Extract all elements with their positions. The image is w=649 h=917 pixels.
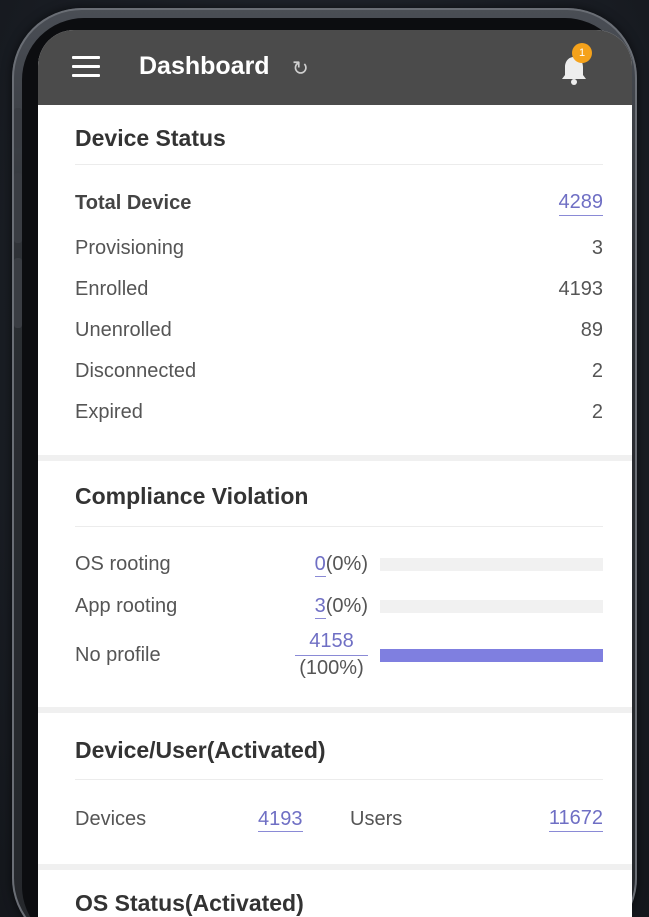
volume-down-button bbox=[14, 258, 22, 328]
compliance-title: Compliance Violation bbox=[75, 483, 309, 509]
total-device-row: Total Device 4289 bbox=[75, 190, 603, 216]
total-device-label: Total Device bbox=[75, 191, 192, 214]
activated-title: Device/User(Activated) bbox=[75, 737, 326, 763]
device-status-title: Device Status bbox=[75, 125, 226, 151]
progress-fill bbox=[380, 648, 603, 662]
compliance-label: OS rooting bbox=[75, 552, 171, 575]
activated-card: Device/User(Activated) Devices 4193 User… bbox=[38, 713, 632, 864]
compliance-row-no-profile: No profile 4158 (100%) bbox=[75, 629, 603, 681]
activated-row: Devices 4193 Users 11672 bbox=[75, 804, 603, 834]
status-value: 89 bbox=[580, 318, 603, 341]
page-title: Dashboard bbox=[139, 52, 270, 80]
divider bbox=[75, 164, 603, 165]
status-value: 3 bbox=[591, 236, 603, 259]
compliance-card: Compliance Violation OS rooting 0(0%) Ap… bbox=[38, 461, 632, 707]
device-status-card: Device Status Total Device 4289 Provisio… bbox=[38, 105, 632, 455]
total-device-link[interactable]: 4289 bbox=[558, 191, 603, 216]
users-label: Users bbox=[350, 807, 403, 830]
list-item: Unenrolled 89 bbox=[75, 317, 603, 343]
app-header: Dashboard ↻ 1 bbox=[38, 30, 632, 105]
mute-switch bbox=[14, 108, 22, 148]
hamburger-menu-icon[interactable] bbox=[72, 56, 100, 77]
device-status-list: Provisioning 3 Enrolled 4193 Unenrolled … bbox=[75, 235, 603, 425]
list-item: Disconnected 2 bbox=[75, 358, 603, 384]
volume-up-button bbox=[14, 173, 22, 243]
list-item: Enrolled 4193 bbox=[75, 276, 603, 302]
compliance-percent: (0%) bbox=[325, 594, 368, 617]
list-item: Provisioning 3 bbox=[75, 235, 603, 261]
progress-track bbox=[380, 557, 603, 571]
compliance-count-link[interactable]: 3 bbox=[314, 594, 326, 619]
compliance-label: No profile bbox=[75, 643, 161, 666]
os-status-card: OS Status(Activated) bbox=[38, 870, 632, 917]
refresh-icon[interactable]: ↻ bbox=[292, 56, 309, 81]
compliance-count: 0(0%) bbox=[300, 552, 368, 577]
status-value: 4193 bbox=[558, 277, 604, 300]
notification-badge: 1 bbox=[572, 43, 592, 63]
compliance-count: 4158 (100%) bbox=[295, 629, 368, 681]
compliance-row-os-rooting: OS rooting 0(0%) bbox=[75, 549, 603, 579]
devices-label: Devices bbox=[75, 807, 147, 830]
divider bbox=[75, 779, 603, 780]
compliance-label: App rooting bbox=[75, 594, 178, 617]
compliance-percent: (100%) bbox=[295, 655, 368, 681]
divider bbox=[75, 526, 603, 527]
status-label: Enrolled bbox=[75, 277, 149, 300]
compliance-percent: (0%) bbox=[325, 552, 368, 575]
status-label: Expired bbox=[75, 400, 143, 423]
compliance-count: 3(0%) bbox=[300, 594, 368, 619]
compliance-count-link[interactable]: 0 bbox=[314, 552, 326, 577]
compliance-row-app-rooting: App rooting 3(0%) bbox=[75, 591, 603, 621]
progress-track bbox=[380, 648, 603, 662]
progress-track bbox=[380, 599, 603, 613]
status-value: 2 bbox=[591, 359, 603, 382]
status-label: Disconnected bbox=[75, 359, 197, 382]
app-screen: Dashboard ↻ 1 Device Status Total Device… bbox=[38, 30, 632, 917]
os-status-title: OS Status(Activated) bbox=[75, 890, 304, 916]
devices-link[interactable]: 4193 bbox=[258, 807, 303, 832]
compliance-count-link[interactable]: 4158 bbox=[295, 629, 368, 655]
status-label: Provisioning bbox=[75, 236, 184, 259]
status-value: 2 bbox=[591, 400, 603, 423]
list-item: Expired 2 bbox=[75, 399, 603, 425]
users-link[interactable]: 11672 bbox=[548, 807, 603, 832]
status-label: Unenrolled bbox=[75, 318, 172, 341]
